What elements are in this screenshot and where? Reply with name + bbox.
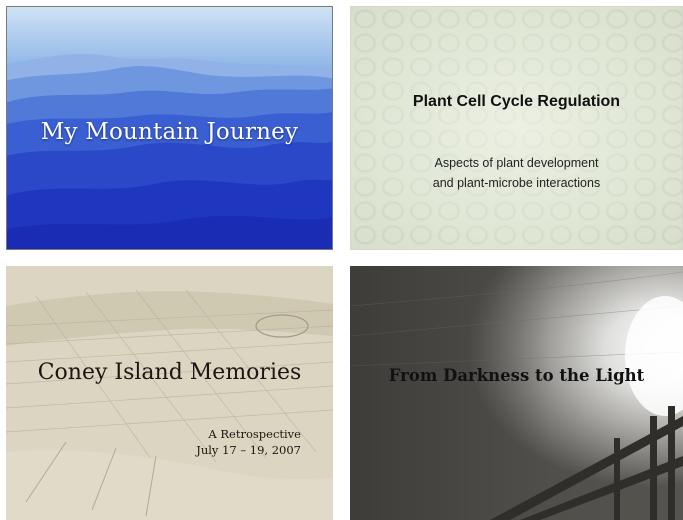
- slide-thumbnail-plant-cell-cycle[interactable]: Plant Cell Cycle Regulation Aspects of p…: [350, 6, 683, 250]
- slide-subtitle: Aspects of plant development and plant-m…: [351, 153, 682, 193]
- subtitle-line-2: and plant-microbe interactions: [432, 176, 601, 190]
- subtitle-line-1: A Retrospective: [208, 427, 301, 441]
- subtitle-line-1: Aspects of plant development: [434, 156, 599, 170]
- slide-title: From Darkness to the Light: [388, 366, 645, 385]
- slide-thumbnail-mountain-journey[interactable]: My Mountain Journey: [6, 6, 333, 250]
- subtitle-date: July 17 – 19, 2007: [196, 443, 301, 457]
- tunnel-background-image: [350, 266, 683, 520]
- vintage-map-background-image: [6, 266, 333, 520]
- slide-title: Plant Cell Cycle Regulation: [412, 93, 621, 110]
- slide-title: My Mountain Journey: [40, 119, 299, 145]
- slide-thumbnail-coney-island[interactable]: Coney Island Memories A Retrospective Ju…: [6, 266, 333, 520]
- cell-texture-background: [351, 7, 682, 249]
- slide-subtitle: A Retrospective July 17 – 19, 2007: [196, 426, 301, 458]
- slide-title: Coney Island Memories: [37, 360, 302, 385]
- slide-thumbnail-darkness-to-light[interactable]: From Darkness to the Light: [350, 266, 683, 520]
